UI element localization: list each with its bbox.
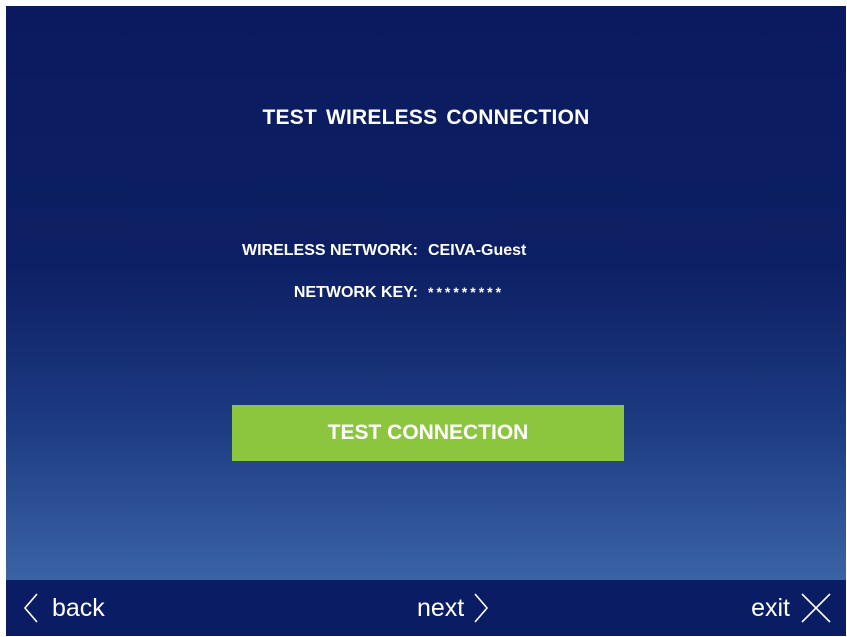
network-key-row: NETWORK KEY: *********	[6, 284, 846, 308]
chevron-left-icon	[24, 593, 38, 623]
back-button[interactable]: back	[24, 580, 105, 636]
device-frame: TEST WIRELESS CONNECTION WIRELESS NETWOR…	[6, 6, 846, 636]
back-label: back	[52, 593, 105, 622]
chevron-right-icon	[474, 593, 489, 623]
network-key-label: NETWORK KEY:	[293, 284, 418, 301]
next-label: next	[417, 593, 465, 622]
exit-label: exit	[751, 593, 790, 622]
exit-button[interactable]: exit	[751, 580, 832, 636]
wireless-network-row: WIRELESS NETWORK: CEIVA-Guest	[6, 242, 846, 266]
close-icon	[800, 592, 832, 624]
next-button[interactable]: next	[417, 580, 489, 636]
test-connection-button[interactable]: TEST CONNECTION	[232, 405, 624, 461]
setup-screen: TEST WIRELESS CONNECTION WIRELESS NETWOR…	[6, 6, 846, 580]
bottom-nav-bar: back next exit	[6, 580, 846, 636]
wireless-network-label: WIRELESS NETWORK:	[242, 242, 418, 259]
network-key-value: *********	[428, 284, 505, 300]
page-title: TEST WIRELESS CONNECTION	[262, 106, 590, 129]
wireless-network-value: CEIVA-Guest	[428, 242, 527, 259]
